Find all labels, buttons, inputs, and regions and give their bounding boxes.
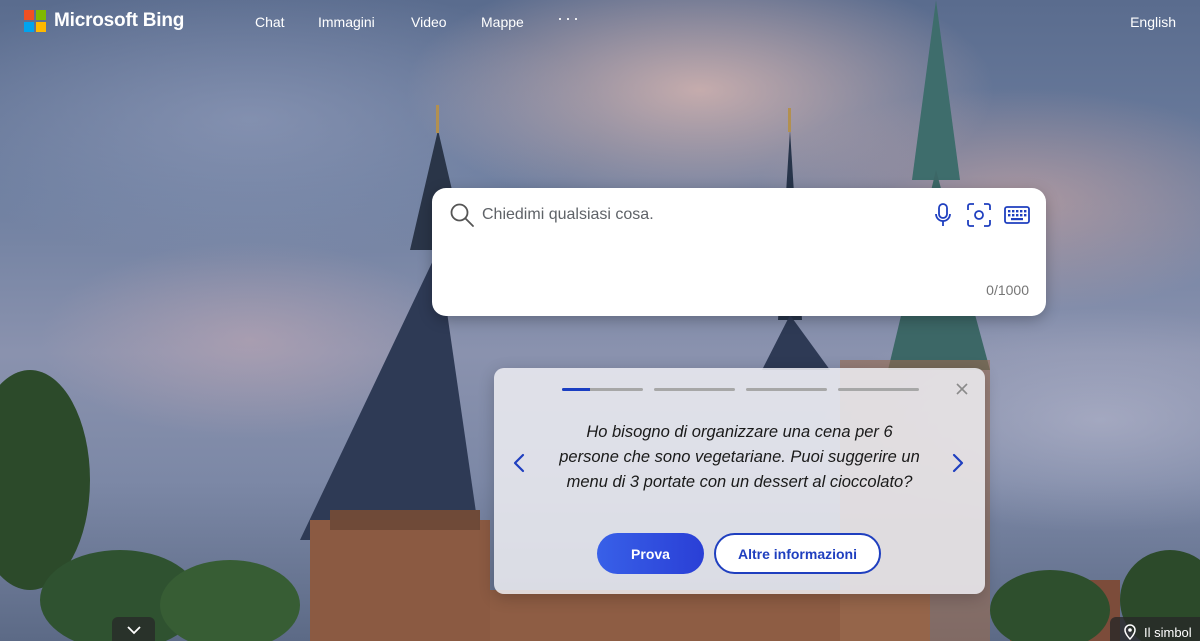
bing-logo[interactable]: Microsoft Bing <box>24 10 184 32</box>
try-button[interactable]: Prova <box>597 533 704 574</box>
logo-text: Microsoft Bing <box>54 10 185 31</box>
chevron-down-icon <box>126 626 141 635</box>
microsoft-logo-icon <box>24 10 46 32</box>
microphone-icon[interactable] <box>929 201 957 229</box>
suggestion-card: Ho bisogno di organizzare una cena per 6… <box>494 368 985 594</box>
more-menu-icon[interactable]: ··· <box>557 8 581 29</box>
carousel-progress <box>562 388 919 391</box>
progress-bar-4[interactable] <box>838 388 919 391</box>
nav-images[interactable]: Immagini <box>318 14 375 30</box>
language-toggle[interactable]: English <box>1130 14 1176 30</box>
location-pin-icon <box>1124 624 1136 640</box>
progress-bar-1[interactable] <box>562 388 643 391</box>
learn-more-button[interactable]: Altre informazioni <box>714 533 881 574</box>
nav-video[interactable]: Video <box>411 14 447 30</box>
character-counter: 0/1000 <box>986 282 1029 298</box>
progress-bar-2[interactable] <box>654 388 735 391</box>
location-label: Il simbol <box>1144 624 1192 640</box>
top-bar: Microsoft Bing Chat Immagini Video Mappe… <box>0 0 1200 46</box>
keyboard-icon[interactable] <box>1003 201 1031 229</box>
search-icon[interactable] <box>449 202 475 228</box>
search-box: 0/1000 <box>432 188 1046 316</box>
suggestion-text: Ho bisogno di organizzare una cena per 6… <box>559 423 920 491</box>
search-input[interactable] <box>482 202 922 228</box>
close-icon[interactable] <box>955 382 969 396</box>
image-info-button[interactable]: Il simbol <box>1110 617 1200 641</box>
progress-bar-3[interactable] <box>746 388 827 391</box>
scroll-down-button[interactable] <box>112 617 155 641</box>
next-arrow-icon[interactable] <box>948 452 968 474</box>
nav-chat[interactable]: Chat <box>255 14 285 30</box>
previous-arrow-icon[interactable] <box>509 452 529 474</box>
visual-search-icon[interactable] <box>965 201 993 229</box>
nav-maps[interactable]: Mappe <box>481 14 524 30</box>
